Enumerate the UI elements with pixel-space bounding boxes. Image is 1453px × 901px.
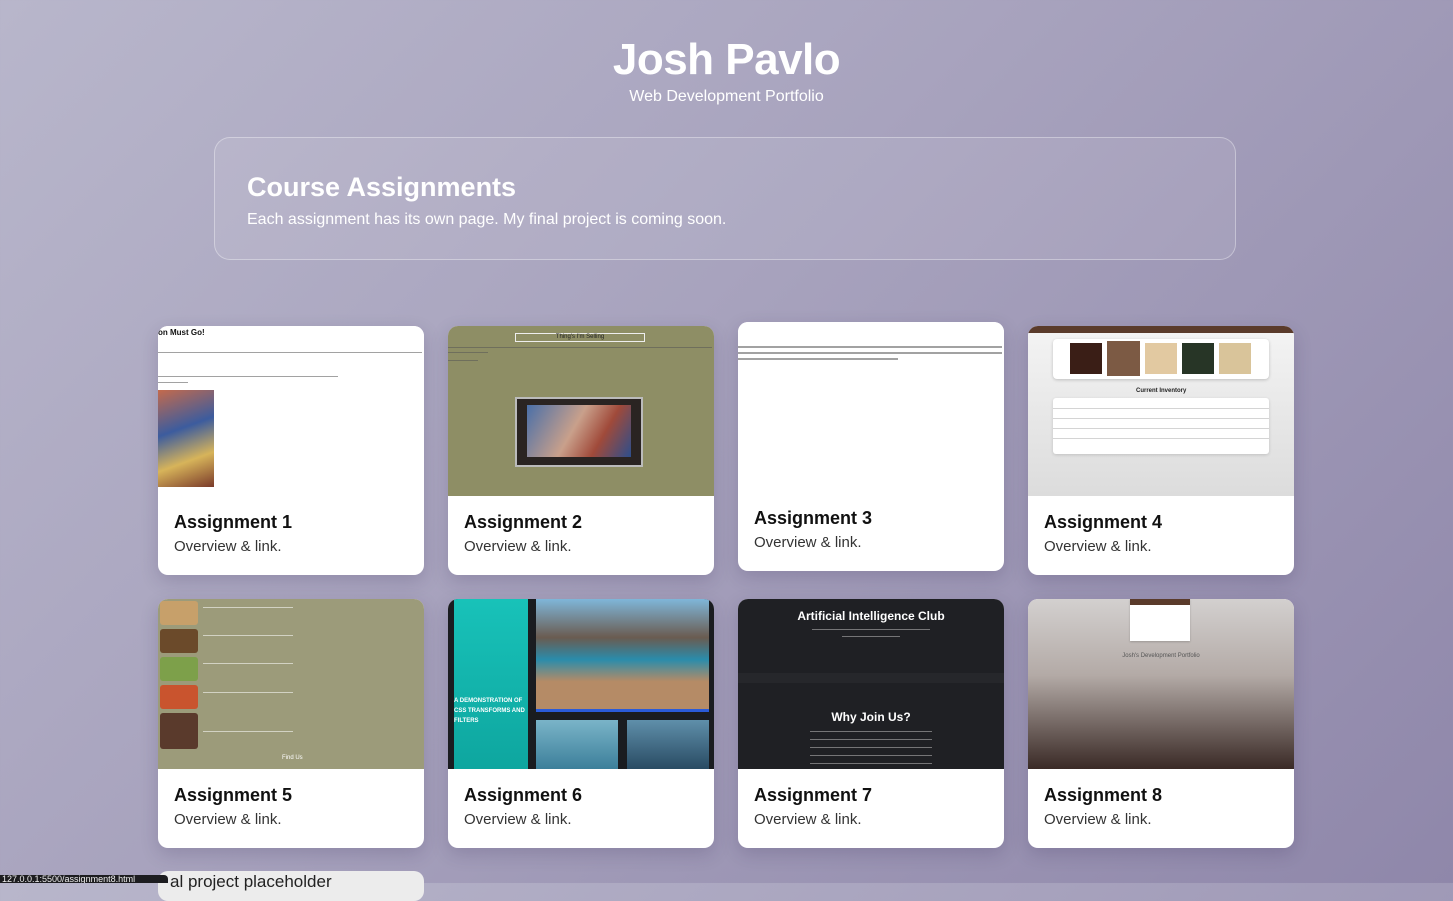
card-description: Overview & link. (754, 534, 862, 551)
intro-panel: Course Assignments Each assignment has i… (214, 137, 1236, 260)
thumb-caption: on Must Go! (158, 328, 205, 337)
assignment-card-5[interactable]: Find Us Assignment 5 Overview & link. (158, 599, 424, 848)
link-status-bar: 127.0.0.1:5500/assignment8.html (0, 875, 168, 883)
placeholder-title: al project placeholder (170, 872, 332, 891)
final-project-placeholder-card[interactable]: al project placeholder (158, 871, 424, 901)
assignment-card-7[interactable]: Artificial Intelligence Club Why Join Us… (738, 599, 1004, 848)
thumb-caption: Artificial Intelligence Club (797, 609, 945, 623)
card-title: Assignment 5 (174, 785, 293, 805)
intro-text: Each assignment has its own page. My fin… (247, 211, 727, 228)
assignment-4-thumbnail: Current Inventory (1028, 326, 1294, 496)
thumb-caption: Thing's I'm Selling (515, 333, 645, 342)
assignment-5-thumbnail: Find Us (158, 599, 424, 769)
comics-image (158, 390, 214, 487)
card-description: Overview & link. (464, 538, 572, 555)
tv-image (515, 397, 643, 467)
assignment-card-1[interactable]: on Must Go! Assignment 1 Overview & link… (158, 326, 424, 575)
assignment-2-thumbnail: Thing's I'm Selling (448, 326, 714, 496)
assignment-6-thumbnail: A DEMONSTRATION OF CSS TRANSFORMS AND FI… (448, 599, 714, 769)
thumb-caption: Current Inventory (1136, 388, 1187, 394)
assignment-card-3[interactable]: Assignment 3 Overview & link. (738, 322, 1004, 571)
card-title: Assignment 3 (754, 508, 873, 528)
assignment-1-thumbnail: on Must Go! (158, 326, 424, 496)
image-gallery (1053, 339, 1269, 379)
card-title: Assignment 7 (754, 785, 873, 805)
assignment-card-2[interactable]: Thing's I'm Selling Assignment 2 Overvie… (448, 326, 714, 575)
card-description: Overview & link. (174, 538, 282, 555)
assignment-card-4[interactable]: Current Inventory Assignment 4 Overview … (1028, 326, 1294, 575)
assignment-card-6[interactable]: A DEMONSTRATION OF CSS TRANSFORMS AND FI… (448, 599, 714, 848)
card-description: Overview & link. (464, 811, 572, 828)
assignment-8-thumbnail: Josh's Development Portfolio (1028, 599, 1294, 769)
inventory-table (1053, 398, 1269, 454)
thumb-caption: Josh's Development Portfolio (1122, 653, 1200, 659)
card-title: Assignment 2 (464, 512, 583, 532)
card-title: Assignment 6 (464, 785, 583, 805)
card-title: Assignment 8 (1044, 785, 1163, 805)
thumb-caption: A DEMONSTRATION OF CSS TRANSFORMS AND FI… (454, 698, 525, 724)
site-title: Josh Pavlo (612, 35, 841, 84)
intro-title: Course Assignments (247, 172, 517, 202)
site-subtitle: Web Development Portfolio (629, 88, 824, 105)
card-description: Overview & link. (174, 811, 282, 828)
card-title: Assignment 1 (174, 512, 293, 532)
assignment-7-thumbnail: Artificial Intelligence Club Why Join Us… (738, 599, 1004, 769)
assignment-3-thumbnail (738, 322, 1004, 492)
card-title: Assignment 4 (1044, 512, 1163, 532)
thumb-caption-2: Why Join Us? (831, 710, 911, 724)
beach-image (536, 599, 709, 709)
assignment-card-8[interactable]: Josh's Development Portfolio Assignment … (1028, 599, 1294, 848)
thumb-caption: Find Us (282, 755, 303, 761)
card-description: Overview & link. (1044, 538, 1152, 555)
site-header: Josh Pavlo Web Development Portfolio (0, 34, 1453, 106)
card-description: Overview & link. (754, 811, 862, 828)
card-description: Overview & link. (1044, 811, 1152, 828)
